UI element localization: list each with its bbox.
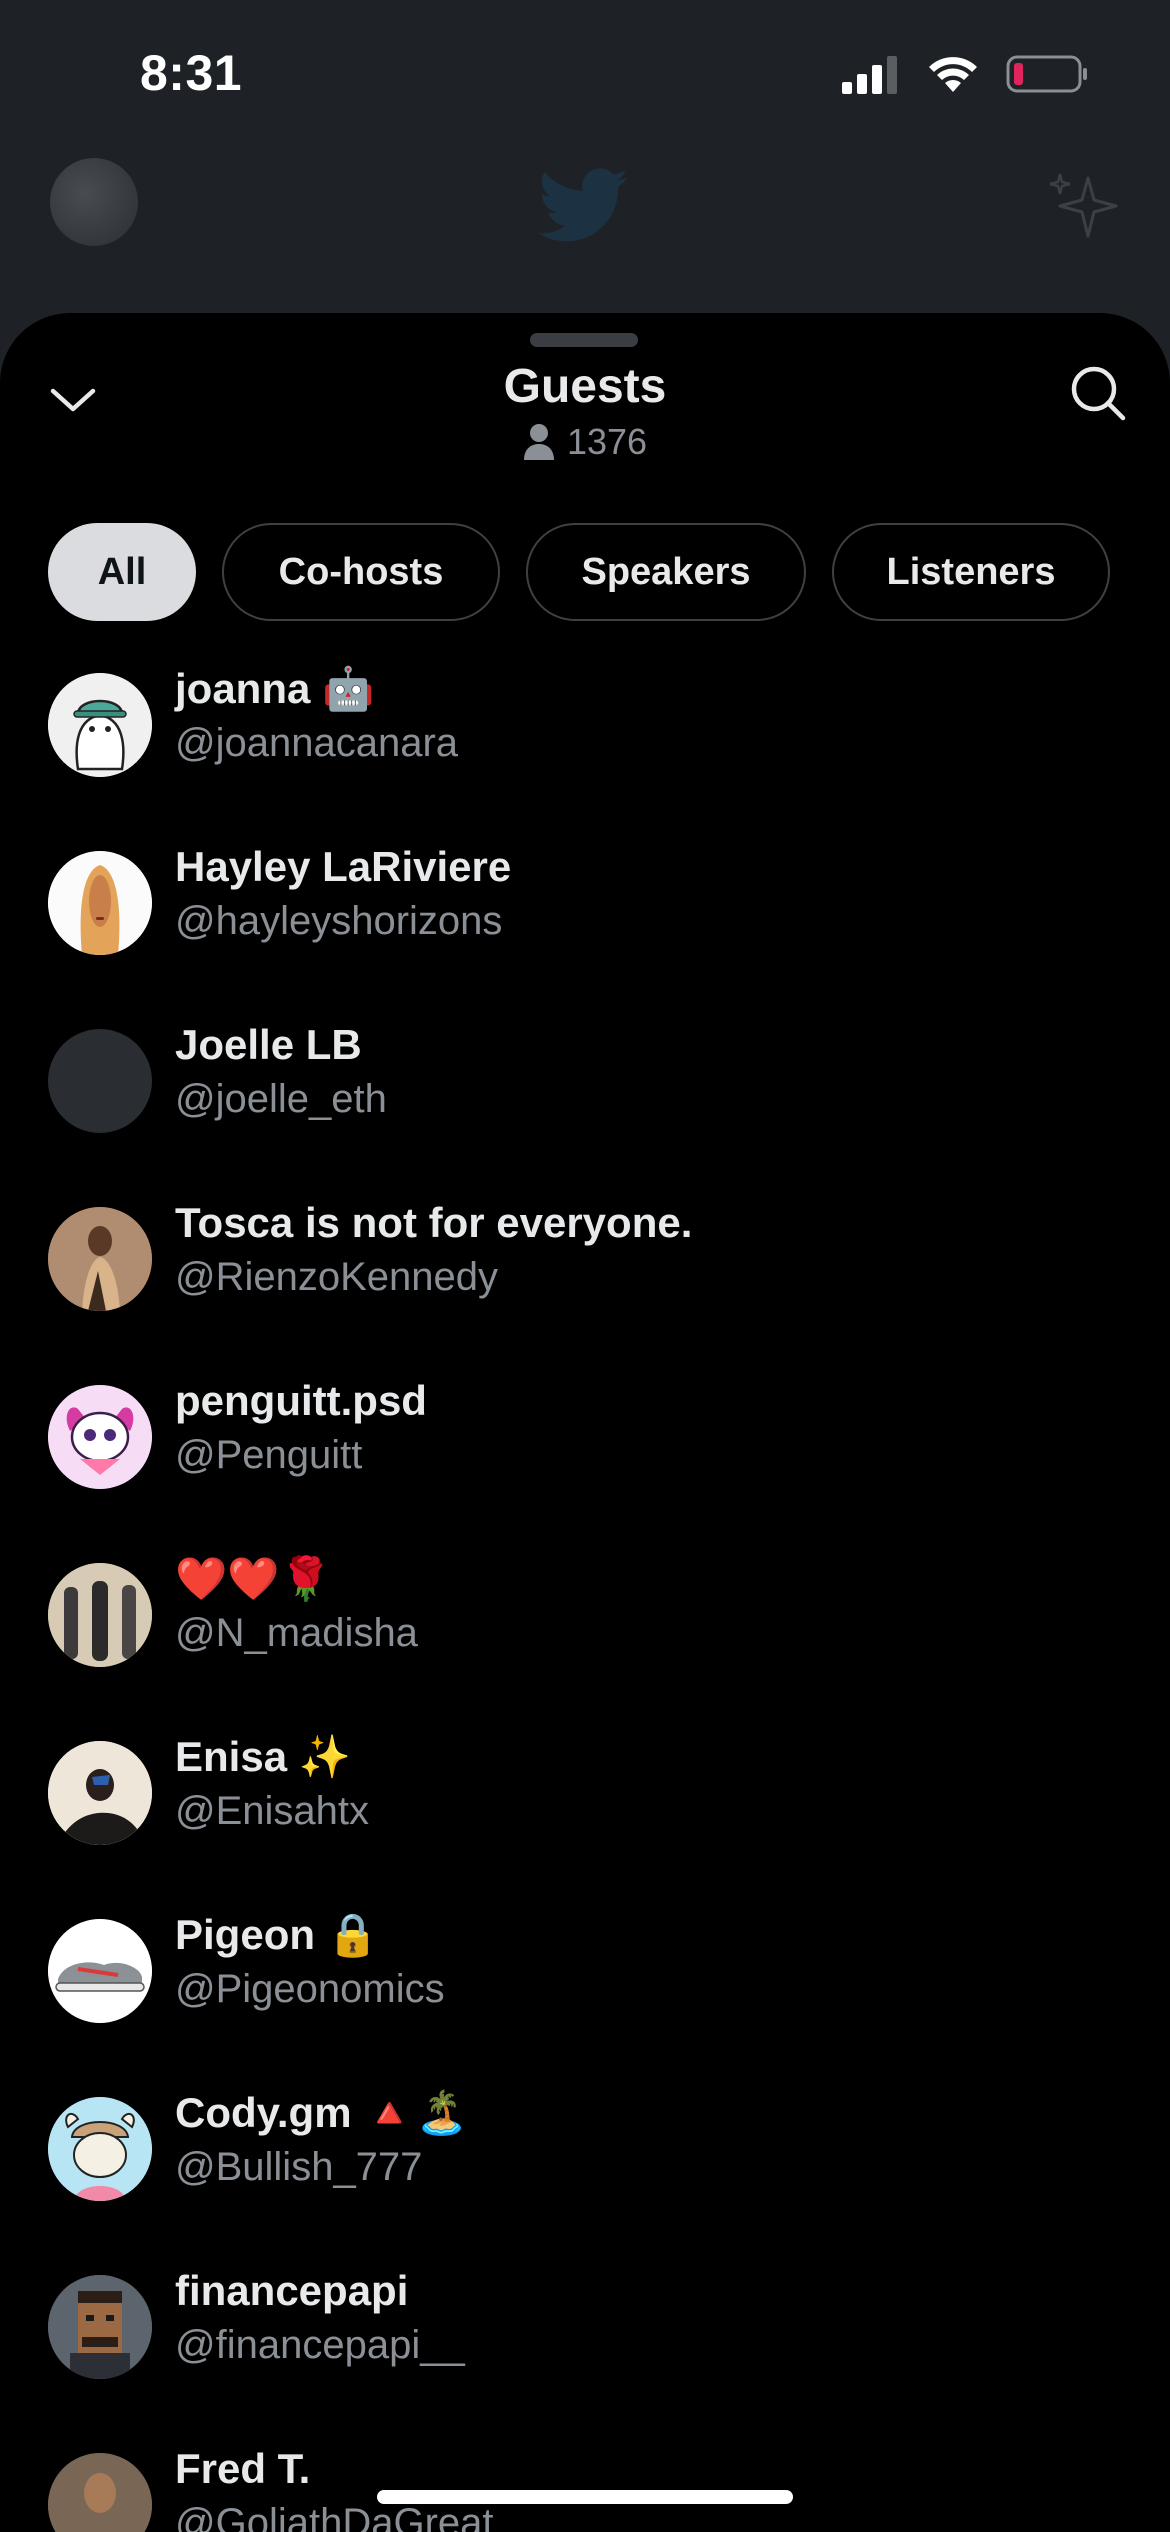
guest-row[interactable]: financepapi @financepapi__ xyxy=(0,2267,1170,2453)
guest-row[interactable]: Hayley LaRiviere @hayleyshorizons xyxy=(0,843,1170,1029)
sheet-title: Guests xyxy=(503,360,667,413)
avatar xyxy=(48,2275,152,2379)
status-bar: 8:31 xyxy=(0,0,1170,150)
avatar xyxy=(48,1563,152,1667)
status-time: 8:31 xyxy=(140,45,243,101)
guest-name: Fred T. xyxy=(175,2445,311,2492)
avatar xyxy=(48,1385,152,1489)
avatar xyxy=(48,1919,152,2023)
guest-name: Pigeon 🔒 xyxy=(175,1911,379,1958)
tab-co-hosts[interactable]: Co-hosts xyxy=(222,523,500,621)
guest-name: Tosca is not for everyone. xyxy=(175,1199,693,1246)
guest-handle: @RienzoKennedy xyxy=(175,1255,499,1299)
avatar xyxy=(48,2097,152,2201)
guest-row[interactable]: Cody.gm 🔺🏝️ @Bullish_777 xyxy=(0,2089,1170,2275)
guest-name: ❤️❤️🌹 xyxy=(175,1555,332,1602)
guest-name: Hayley LaRiviere xyxy=(175,843,512,890)
avatar xyxy=(48,2453,152,2532)
guest-handle: @joelle_eth xyxy=(175,1077,387,1121)
home-indicator[interactable] xyxy=(377,2490,793,2504)
guest-list: joanna 🤖 @joannacanara Hayley LaRiviere … xyxy=(0,665,1170,2532)
guest-count-value: 1376 xyxy=(566,421,648,462)
guest-row[interactable]: Enisa ✨ @Enisahtx xyxy=(0,1733,1170,1919)
guest-handle: @Pigeonomics xyxy=(175,1967,445,2011)
guest-handle: @GoliathDaGreat xyxy=(175,2501,494,2532)
tab-speakers[interactable]: Speakers xyxy=(526,523,806,621)
guest-row[interactable]: Pigeon 🔒 @Pigeonomics xyxy=(0,1911,1170,2097)
twitter-bird-icon xyxy=(538,168,629,242)
sparkle-icon xyxy=(1049,173,1118,238)
guest-handle: @joannacanara xyxy=(175,721,459,765)
guest-handle: @Bullish_777 xyxy=(175,2145,423,2189)
background-header xyxy=(0,150,1170,300)
guest-name: penguitt.psd xyxy=(175,1377,427,1424)
guest-handle: @Enisahtx xyxy=(175,1789,370,1833)
guest-row[interactable]: Joelle LB @joelle_eth xyxy=(0,1021,1170,1207)
guest-row[interactable]: penguitt.psd @Penguitt xyxy=(0,1377,1170,1563)
avatar xyxy=(48,673,152,777)
person-icon xyxy=(523,424,554,460)
guest-row[interactable]: ❤️❤️🌹 @N_madisha xyxy=(0,1555,1170,1741)
guest-handle: @hayleyshorizons xyxy=(175,899,503,943)
avatar xyxy=(48,1207,152,1311)
guest-handle: @Penguitt xyxy=(175,1433,363,1477)
avatar xyxy=(48,1029,152,1133)
avatar xyxy=(48,1741,152,1845)
tab-listeners[interactable]: Listeners xyxy=(832,523,1110,621)
battery-low-icon xyxy=(1006,55,1087,93)
profile-avatar xyxy=(50,158,138,246)
search-icon[interactable] xyxy=(1068,363,1128,423)
guest-row[interactable]: joanna 🤖 @joannacanara xyxy=(0,665,1170,851)
sheet-grabber[interactable] xyxy=(530,333,638,347)
guest-count: 1376 xyxy=(0,421,1170,463)
status-icons xyxy=(842,54,1090,94)
guest-name: joanna 🤖 xyxy=(175,665,375,712)
guest-name: Joelle LB xyxy=(175,1021,362,1068)
guest-handle: @financepapi__ xyxy=(175,2323,465,2367)
guest-row[interactable]: Tosca is not for everyone. @RienzoKenned… xyxy=(0,1199,1170,1385)
cellular-signal-icon xyxy=(842,56,897,94)
filter-tabs: All Co-hosts Speakers Listeners xyxy=(48,523,1110,621)
tab-all[interactable]: All xyxy=(48,523,196,621)
guest-name: Cody.gm 🔺🏝️ xyxy=(175,2089,468,2136)
wifi-icon xyxy=(929,57,977,92)
avatar xyxy=(48,851,152,955)
guest-handle: @N_madisha xyxy=(175,1611,418,1655)
guest-name: Enisa ✨ xyxy=(175,1733,352,1780)
guests-sheet: Guests 1376 All Co-hosts Speakers Listen… xyxy=(0,313,1170,2532)
guest-name: financepapi xyxy=(175,2267,409,2314)
